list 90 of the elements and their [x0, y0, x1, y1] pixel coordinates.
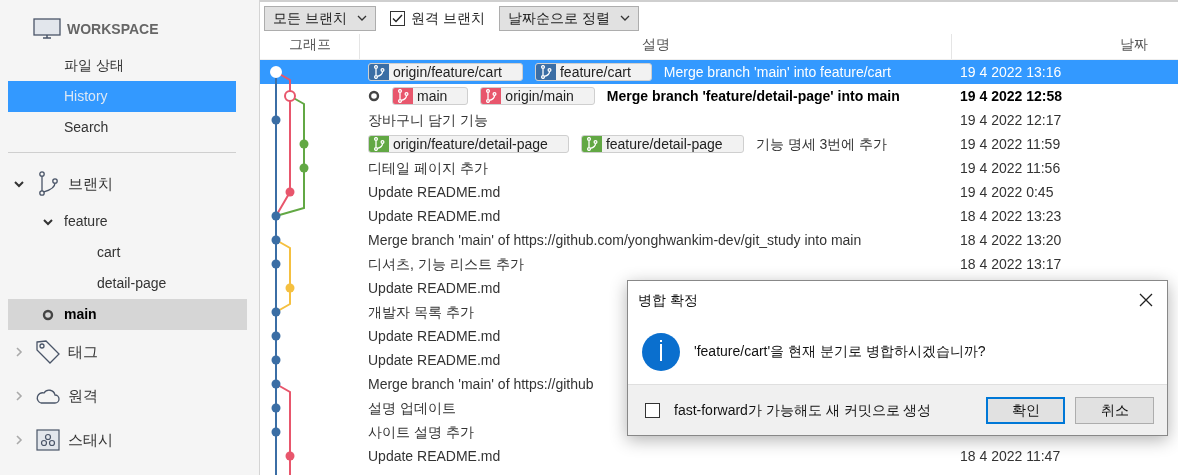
- commit-message: Update README.md: [368, 326, 501, 346]
- branch-icon: [37, 171, 59, 197]
- commit-date: 19 4 2022 13:16: [960, 63, 1062, 80]
- commit-message: Merge branch 'feature/detail-page' into main: [606, 86, 900, 106]
- commit-message: Update README.md: [368, 206, 501, 226]
- commit-message: 기능 명세 3번에 추가: [755, 134, 888, 154]
- commit-node[interactable]: [271, 235, 281, 245]
- commit-date: 19 4 2022 11:59: [960, 135, 1061, 152]
- current-branch-icon: [368, 90, 380, 102]
- commit-row[interactable]: Update README.md 18 4 2022 13:23: [260, 204, 1178, 228]
- commit-node[interactable]: [271, 211, 281, 221]
- group-label[interactable]: 브랜치: [68, 172, 113, 196]
- branch-label: feature: [64, 212, 108, 231]
- commit-node[interactable]: [299, 163, 309, 173]
- commit-row[interactable]: Update README.md 19 4 2022 0:45: [260, 180, 1178, 204]
- commit-row[interactable]: 장바구니 담기 기능 19 4 2022 12:17: [260, 108, 1178, 132]
- commit-date: 19 4 2022 11:56: [960, 159, 1061, 176]
- commit-node[interactable]: [271, 403, 281, 413]
- caret-icon: [619, 15, 630, 21]
- commit-message: Merge branch 'main' of https://github.com/yonghwankim-dev/git_study into main: [368, 230, 862, 250]
- commit-message: 디셔츠, 기능 리스트 추가: [368, 254, 524, 274]
- commit-node[interactable]: [285, 283, 295, 293]
- group-label[interactable]: 원격: [68, 384, 98, 408]
- commit-node[interactable]: [271, 259, 281, 269]
- commit-node[interactable]: [271, 115, 281, 125]
- commit-node[interactable]: [284, 90, 296, 102]
- commit-node[interactable]: [271, 427, 281, 437]
- group-label[interactable]: 스태시: [68, 428, 113, 452]
- commit-row[interactable]: Update README.md 18 4 2022 11:47: [260, 444, 1178, 468]
- option-label[interactable]: fast-forward가 가능해도 새 커밋으로 생성: [674, 399, 932, 421]
- branch-item[interactable]: detail-page: [8, 268, 247, 299]
- commit-message: 디테일 페이지 추가: [368, 158, 488, 178]
- branch-label: detail-page: [97, 274, 167, 293]
- commit-date: 18 4 2022 13:17: [960, 255, 1062, 272]
- commit-date: 18 4 2022 13:23: [960, 207, 1062, 224]
- commit-date: 19 4 2022 12:58: [960, 87, 1062, 104]
- commit-node[interactable]: [285, 451, 295, 461]
- commit-message: 장바구니 담기 기능: [368, 110, 488, 130]
- group-label[interactable]: 태그: [68, 340, 98, 364]
- dialog-title: 병합 확정: [638, 290, 698, 310]
- commit-date: 18 4 2022 11:47: [960, 447, 1061, 464]
- branch-filter-dropdown[interactable]: 모든 브랜치: [264, 5, 376, 31]
- commit-message: Merge branch 'main' of https://github: [368, 374, 594, 394]
- commit-node[interactable]: [271, 307, 281, 317]
- column-header[interactable]: 설명: [360, 34, 952, 59]
- nav-item[interactable]: Search: [8, 112, 236, 143]
- check-icon: [391, 13, 403, 23]
- section-title: WORKSPACE: [67, 19, 159, 39]
- commit-date: 19 4 2022 0:45: [960, 183, 1054, 200]
- caret-icon: [356, 15, 367, 21]
- branch-label: cart: [97, 243, 121, 262]
- nav-item[interactable]: 파일 상태: [8, 50, 236, 81]
- commit-row[interactable]: origin/feature/detail-page feature/detail-page 기능 명세 3번에 추가 19 4 2022 11:59: [260, 132, 1178, 156]
- remote-branches-checkbox[interactable]: 원격 브랜치: [389, 7, 485, 29]
- branch-item[interactable]: cart: [8, 237, 247, 268]
- cloud-icon: [36, 387, 60, 405]
- column-header[interactable]: 그래프: [260, 34, 360, 59]
- dialog-message: 'feature/cart'을 현재 분기로 병합하시겠습니까?: [694, 342, 986, 361]
- commit-date: 18 4 2022 13:20: [960, 231, 1062, 248]
- commit-node[interactable]: [271, 355, 281, 365]
- commit-row[interactable]: origin/feature/cart feature/cart Merge branch 'main' into feature/cart 19 4 2022 13:16: [260, 60, 1178, 84]
- info-icon: [642, 332, 680, 371]
- branch-item[interactable]: main: [8, 299, 247, 330]
- commit-node[interactable]: [285, 187, 295, 197]
- commit-message: Update README.md: [368, 182, 501, 202]
- close-icon[interactable]: [1139, 293, 1153, 307]
- commit-message: Merge branch 'main' into feature/cart: [663, 62, 891, 82]
- commit-message: Update README.md: [368, 446, 501, 466]
- commit-date: 19 4 2022 12:17: [960, 111, 1062, 128]
- checkbox[interactable]: [645, 402, 660, 418]
- monitor-icon: [33, 18, 61, 40]
- commit-row[interactable]: Merge branch 'main' of https://github.com/yonghwankim-dev/git_study into main 18 4 2022 13:20: [260, 228, 1178, 252]
- sort-dropdown[interactable]: 날짜순으로 정렬: [498, 5, 639, 31]
- commit-message: Update README.md: [368, 278, 501, 298]
- commit-message: 사이트 설명 추가: [368, 422, 474, 442]
- commit-node[interactable]: [271, 379, 281, 389]
- commit-row[interactable]: main origin/main Merge branch 'feature/detail-page' into main 19 4 2022 12:58: [260, 84, 1178, 108]
- dialog-button[interactable]: 취소: [1075, 396, 1154, 424]
- checkbox[interactable]: [389, 10, 405, 26]
- tag-icon: [35, 339, 61, 365]
- commit-node[interactable]: [299, 139, 309, 149]
- branch-label: main: [64, 305, 97, 324]
- dialog-button[interactable]: 확인: [986, 396, 1065, 424]
- commit-node[interactable]: [271, 331, 281, 341]
- branch-item[interactable]: feature: [8, 206, 247, 237]
- commit-row[interactable]: 디테일 페이지 추가 19 4 2022 11:56: [260, 156, 1178, 180]
- stash-icon: [36, 429, 60, 451]
- column-header[interactable]: 날짜: [952, 34, 1178, 59]
- commit-row[interactable]: 디셔츠, 기능 리스트 추가 18 4 2022 13:17: [260, 252, 1178, 276]
- chevron-down-icon[interactable]: [13, 178, 25, 190]
